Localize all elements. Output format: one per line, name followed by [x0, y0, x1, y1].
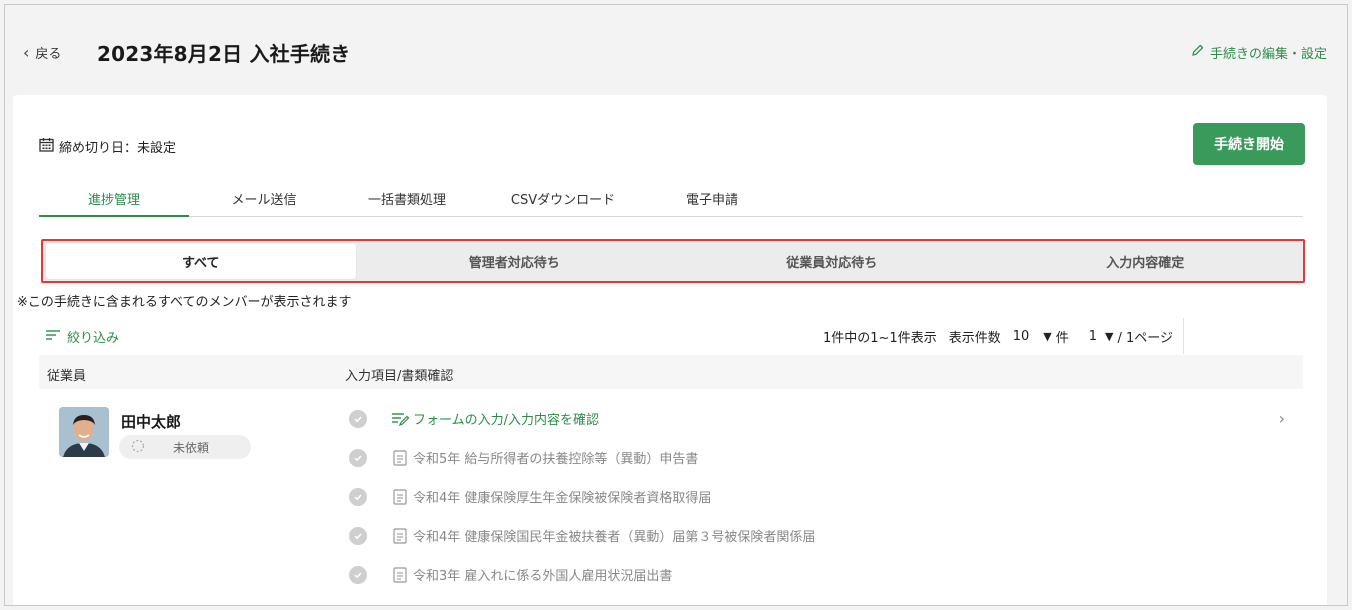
per-page-label: 表示件数 [948, 330, 1001, 346]
list-item[interactable]: フォームの入力/入力内容を確認 › [347, 399, 1307, 438]
deadline-label: 締め切り日：未設定 [59, 141, 177, 156]
back-button[interactable]: ‹ 戻る [23, 43, 61, 62]
list-item[interactable]: 令和5年 給与所得者の扶養控除等（異動）申告書 [347, 438, 1307, 477]
tab-bar: 進捗管理 メール送信 一括書類処理 CSVダウンロード 電子申請 [39, 185, 1303, 217]
members-note: ※この手続きに含まれるすべてのメンバーが表示されます [17, 295, 352, 310]
filter-icon [45, 329, 61, 345]
tab-mail[interactable]: メール送信 [199, 189, 329, 217]
item-label: 令和4年 健康保険厚生年金保険被保険者資格取得届 [413, 491, 712, 506]
item-label: 令和4年 健康保険国民年金被扶養者（異動）届第３号被保険者関係届 [413, 530, 816, 545]
form-edit-icon [391, 411, 409, 427]
document-icon [391, 527, 409, 544]
chevron-left-icon: ‹ [23, 42, 30, 62]
check-circle-icon [349, 487, 367, 506]
pending-status-icon [131, 439, 145, 456]
page-value[interactable]: 1 [1089, 329, 1097, 344]
segment-employee-pending[interactable]: 従業員対応待ち [673, 243, 991, 279]
status-label: 未依頼 [173, 440, 210, 455]
col-employee: 従業員 [47, 369, 87, 384]
page-dropdown-icon[interactable]: ▼ [1105, 330, 1113, 343]
item-label: フォームの入力/入力内容を確認 [413, 413, 599, 428]
filter-label: 絞り込み [67, 331, 120, 346]
col-items: 入力項目/書類確認 [345, 369, 454, 384]
check-circle-icon [349, 526, 367, 545]
edit-settings-label: 手続きの編集・設定 [1209, 47, 1327, 62]
status-badge: 未依頼 [119, 435, 251, 459]
start-procedure-button[interactable]: 手続き開始 [1193, 123, 1305, 165]
document-icon [391, 488, 409, 505]
tab-bulk-documents[interactable]: 一括書類処理 [349, 189, 465, 217]
item-label: 令和3年 雇入れに係る外国人雇用状況届出書 [413, 569, 673, 584]
item-label: 令和5年 給与所得者の扶養控除等（異動）申告書 [413, 452, 699, 467]
segment-confirmed[interactable]: 入力内容確定 [991, 243, 1301, 279]
tab-e-application[interactable]: 電子申請 [667, 189, 757, 217]
calendar-icon [39, 137, 54, 156]
segment-admin-pending[interactable]: 管理者対応待ち [356, 243, 674, 279]
procedure-card: 締め切り日：未設定 手続き開始 進捗管理 メール送信 一括書類処理 CSVダウン… [13, 95, 1327, 605]
list-item[interactable]: 令和4年 健康保険国民年金被扶養者（異動）届第３号被保険者関係届 [347, 516, 1307, 555]
check-circle-icon [349, 409, 367, 428]
tab-progress[interactable]: 進捗管理 [39, 189, 189, 217]
segment-all[interactable]: すべて [46, 243, 356, 279]
employee-name: 田中太郎 [121, 413, 182, 431]
list-item[interactable]: 令和4年 健康保険厚生年金保険被保険者資格取得届 [347, 477, 1307, 516]
filter-button[interactable]: 絞り込み [45, 327, 119, 346]
per-page-dropdown-icon[interactable]: ▼ [1043, 330, 1051, 343]
back-label: 戻る [35, 47, 62, 62]
edit-settings-link[interactable]: 手続きの編集・設定 [1191, 43, 1327, 62]
check-circle-icon [349, 448, 367, 467]
pagination: 1件中の1~1件表示 表示件数 10 ▼ 件 1 ▼ / 1ページ [823, 318, 1194, 354]
list-item[interactable]: 令和3年 雇入れに係る外国人雇用状況届出書 [347, 555, 1307, 594]
chevron-right-icon[interactable]: › [1279, 409, 1285, 428]
tab-csv-download[interactable]: CSVダウンロード [493, 189, 633, 217]
per-page-value[interactable]: 10 [1013, 329, 1030, 344]
item-list: フォームの入力/入力内容を確認 › 令和5年 給与所得者の扶養控除等（異動）申告… [347, 399, 1307, 594]
status-filter-segment: すべて 管理者対応待ち 従業員対応待ち 入力内容確定 [41, 239, 1305, 283]
app-window: ‹ 戻る 2023年8月2日 入社手続き 手続きの編集・設定 締め切り日：未設定… [4, 4, 1348, 606]
deadline: 締め切り日：未設定 [39, 137, 176, 156]
avatar [59, 407, 109, 457]
check-circle-icon [349, 565, 367, 584]
document-icon [391, 449, 409, 466]
page-title: 2023年8月2日 入社手続き [97, 42, 351, 66]
table-header: 従業員 入力項目/書類確認 [39, 355, 1303, 389]
document-icon [391, 566, 409, 583]
top-bar: ‹ 戻る 2023年8月2日 入社手続き 手続きの編集・設定 [5, 5, 1347, 89]
pager-divider [1183, 318, 1185, 354]
per-page-unit: 件 [1055, 330, 1069, 346]
pencil-icon [1191, 44, 1204, 61]
page-suffix: / 1ページ [1117, 330, 1174, 346]
result-summary: 1件中の1~1件表示 [823, 330, 937, 346]
